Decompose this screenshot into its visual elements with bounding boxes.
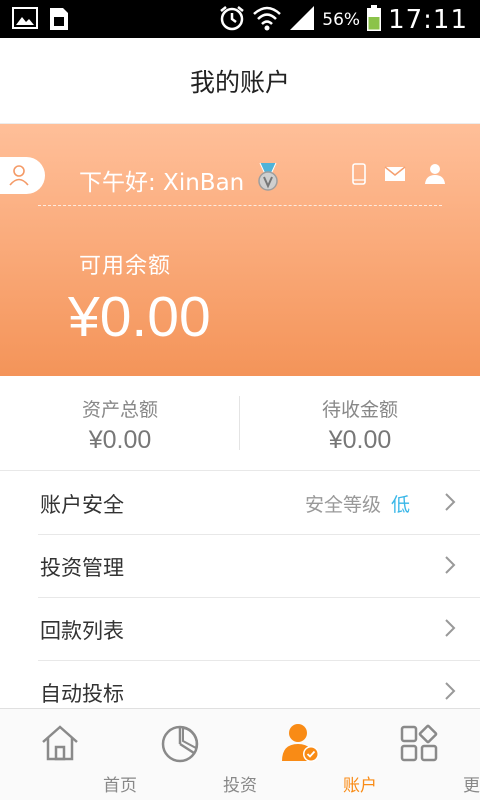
signal-icon	[288, 4, 316, 36]
security-level-label: 安全等级	[304, 494, 381, 516]
pending-amount-value: ¥0.00	[328, 426, 392, 454]
pie-chart-icon	[161, 725, 199, 763]
gallery-icon	[12, 6, 38, 36]
available-balance-label: 可用余额	[79, 254, 172, 279]
total-assets-value: ¥0.00	[88, 426, 152, 454]
menu-item-label: 账户安全	[40, 492, 124, 517]
menu-item-label: 自动投标	[40, 681, 124, 706]
total-assets[interactable]: 资产总额 ¥0.00	[0, 376, 240, 471]
menu-item-label: 回款列表	[40, 618, 124, 643]
battery-percent: 56%	[322, 10, 361, 30]
battery-icon	[366, 4, 382, 36]
nav-item-more[interactable]: 更多	[360, 709, 480, 800]
greeting-text: 下午好: XinBan	[79, 170, 245, 196]
dashed-divider	[38, 205, 442, 206]
chevron-right-icon	[444, 492, 456, 516]
menu-item-investment-management[interactable]: 投资管理	[0, 535, 480, 598]
user-avatar-icon	[9, 165, 29, 186]
grid-icon	[400, 724, 438, 762]
page-title: 我的账户	[189, 67, 290, 97]
menu-item-auto-bid[interactable]: 自动投标	[0, 661, 480, 708]
account-banner: 下午好: XinBan 可用余额 ¥0.00	[0, 124, 480, 376]
nav-item-invest[interactable]: 投资	[120, 709, 257, 800]
phone-icon[interactable]	[352, 163, 366, 189]
alarm-icon	[218, 4, 246, 36]
bottom-nav: 首页 投资 账户 更多	[0, 708, 480, 800]
app-header: 我的账户	[0, 38, 480, 124]
totals-section: 资产总额 ¥0.00 待收金额 ¥0.00	[0, 376, 480, 471]
total-assets-label: 资产总额	[81, 399, 158, 421]
chevron-right-icon	[444, 681, 456, 705]
nav-item-account[interactable]: 账户	[240, 709, 377, 800]
security-level-value: 低	[390, 494, 410, 516]
clock: 17:11	[388, 5, 468, 35]
menu-item-label: 投资管理	[40, 555, 124, 580]
menu-item-account-security[interactable]: 账户安全 安全等级 低	[0, 472, 480, 535]
greeting: 下午好: XinBan	[79, 162, 280, 198]
mail-icon[interactable]	[384, 166, 406, 186]
pending-amount[interactable]: 待收金额 ¥0.00	[240, 376, 480, 471]
account-icon	[282, 724, 319, 762]
wifi-icon	[252, 4, 282, 36]
nav-item-home[interactable]: 首页	[0, 709, 137, 800]
profile-icon[interactable]	[424, 163, 446, 189]
available-balance-value: ¥0.00	[68, 285, 211, 349]
pending-amount-label: 待收金额	[321, 399, 398, 421]
medal-icon[interactable]	[256, 162, 280, 198]
status-bar: 56% 17:11	[0, 0, 480, 38]
chevron-right-icon	[444, 618, 456, 642]
avatar-button[interactable]	[0, 157, 45, 194]
nav-label: 更多	[463, 776, 480, 796]
home-icon	[42, 725, 78, 761]
account-menu: 账户安全 安全等级 低 投资管理 回款列表 自动投标	[0, 472, 480, 708]
menu-item-repayment-list[interactable]: 回款列表	[0, 598, 480, 661]
sim-card-icon	[48, 6, 70, 36]
banner-icon-group	[352, 163, 446, 189]
chevron-right-icon	[444, 555, 456, 579]
